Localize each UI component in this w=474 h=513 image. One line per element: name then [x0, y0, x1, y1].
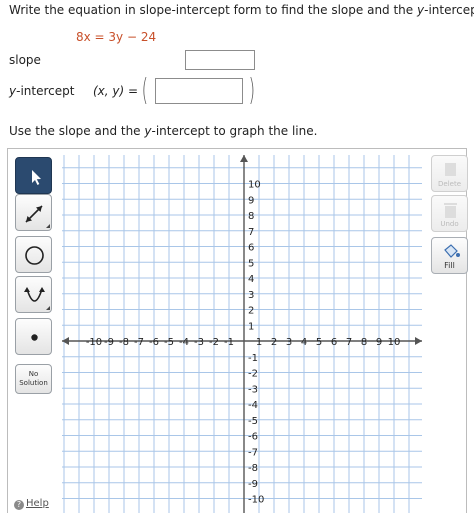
x-tick-label: -8 — [119, 337, 129, 348]
y-tick-label: 10 — [248, 180, 261, 191]
x-tick-label: -3 — [194, 337, 204, 348]
y-tick-label: -8 — [248, 463, 258, 474]
y-tick-label: -4 — [248, 400, 258, 411]
x-tick-label: -7 — [134, 337, 144, 348]
y-tick-label: 8 — [248, 211, 254, 222]
x-tick-label: -9 — [104, 337, 114, 348]
x-tick-label: 2 — [271, 337, 277, 348]
y-tick-label: 1 — [248, 321, 254, 332]
y-tick-label: 2 — [248, 306, 254, 317]
x-tick-label: -4 — [179, 337, 189, 348]
y-tick-label: 3 — [248, 290, 254, 301]
x-tick-label: 4 — [301, 337, 307, 348]
y-tick-label: -6 — [248, 432, 258, 443]
grid-lines — [62, 155, 422, 513]
x-tick-label: -6 — [149, 337, 159, 348]
x-tick-label: 8 — [361, 337, 367, 348]
x-tick-label: 7 — [346, 337, 352, 348]
y-tick-label: 5 — [248, 258, 254, 269]
y-tick-label: -1 — [248, 353, 258, 364]
y-tick-label: 4 — [248, 274, 254, 285]
x-tick-label: 10 — [388, 337, 401, 348]
y-tick-label: 9 — [248, 195, 254, 206]
x-tick-label: 3 — [286, 337, 292, 348]
x-tick-label: 9 — [376, 337, 382, 348]
x-tick-label: 1 — [256, 337, 262, 348]
x-tick-label: -5 — [164, 337, 174, 348]
y-tick-label: 7 — [248, 227, 254, 238]
y-tick-label: -2 — [248, 369, 258, 380]
x-tick-label: 6 — [331, 337, 337, 348]
y-tick-label: -9 — [248, 479, 258, 490]
y-tick-label: -3 — [248, 384, 258, 395]
x-tick-label: 5 — [316, 337, 322, 348]
y-tick-label: -10 — [248, 495, 264, 506]
y-tick-label: 6 — [248, 243, 254, 254]
coordinate-grid[interactable]: -10 -9 -8 -7 -6 -5 -4 -3 -2 -1 1 2 3 4 5 6 7 8 9 1010987654… — [0, 0, 474, 513]
x-tick-label: -10 — [86, 337, 102, 348]
x-tick-label: -2 — [209, 337, 219, 348]
grid-background — [62, 155, 422, 513]
x-tick-label: -1 — [224, 337, 234, 348]
y-tick-label: -7 — [248, 447, 258, 458]
y-tick-label: -5 — [248, 416, 258, 427]
